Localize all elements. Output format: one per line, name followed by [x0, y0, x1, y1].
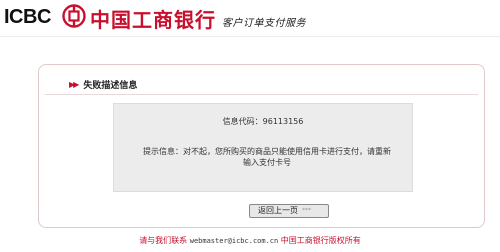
error-code-label: 信息代码： [222, 117, 263, 126]
icbc-seal-icon [62, 4, 86, 28]
failure-panel: ▶▶ 失败描述信息 信息代码：96113156 提示信息：对不起，您所购买的商品… [38, 64, 485, 228]
bank-name: 中国工商银行 [90, 8, 216, 32]
footer: 请与我们联系 webmaster@icbc.com.cn 中国工商银行版权所有 [0, 235, 500, 246]
header: ICBC 中国工商银行 客户订单支付服务 [0, 0, 500, 38]
error-tip: 提示信息：对不起，您所购买的商品只能使用信用卡进行支付，请重新 输入支付卡号 [142, 146, 392, 168]
error-tip-line1: 提示信息：对不起，您所购买的商品只能使用信用卡进行支付，请重新 [143, 147, 391, 156]
error-code-row: 信息代码：96113156 [114, 116, 412, 127]
back-button[interactable]: 返回上一页 *** [249, 204, 329, 218]
header-divider [0, 36, 500, 37]
error-tip-line2: 输入支付卡号 [243, 158, 291, 167]
panel-divider [45, 94, 478, 95]
contact-label: 请与我们联系 [139, 236, 188, 245]
double-arrow-icon: ▶▶ [69, 79, 79, 89]
back-button-label: 返回上一页 [258, 206, 298, 215]
copyright-text: 中国工商银行版权所有 [280, 236, 361, 245]
panel-title: 失败描述信息 [83, 80, 138, 91]
icbc-logo-text: ICBC [4, 6, 51, 28]
error-code-value: 96113156 [262, 117, 304, 126]
back-button-dots: *** [302, 207, 311, 214]
webmaster-email-link[interactable]: webmaster@icbc.com.cn [190, 237, 279, 245]
panel-title-row: ▶▶ 失败描述信息 [69, 77, 137, 91]
message-box: 信息代码：96113156 提示信息：对不起，您所购买的商品只能使用信用卡进行支… [113, 103, 413, 192]
service-subtitle: 客户订单支付服务 [222, 18, 306, 29]
